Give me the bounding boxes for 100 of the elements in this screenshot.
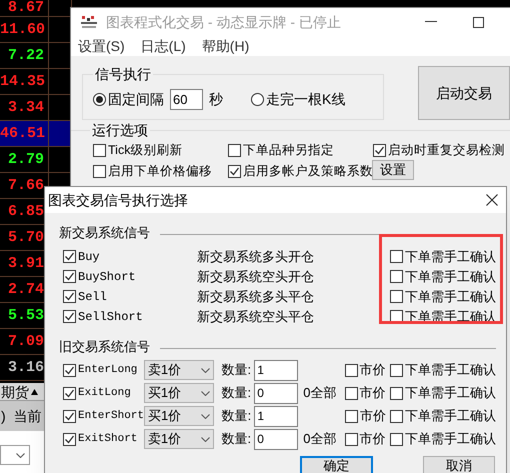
- signal-name: BuyShort: [78, 268, 136, 286]
- checkbox-label: 市价: [360, 430, 386, 448]
- checkbox[interactable]: [390, 386, 403, 400]
- signal-name: EnterLong: [78, 362, 138, 378]
- group-title: 信号执行: [94, 65, 152, 84]
- price-value: 2.79: [6, 151, 44, 168]
- price-value: 7.22: [6, 47, 44, 64]
- quantity-input[interactable]: 0: [254, 382, 298, 404]
- maximize-icon[interactable]: [473, 16, 484, 28]
- price-value: 5.53: [6, 307, 44, 324]
- chevron-down-icon: [200, 414, 210, 418]
- checkbox-label: 下单需手工确认: [404, 384, 496, 402]
- menu-item[interactable]: 日志(L): [140, 36, 186, 56]
- price-value: 6.85: [6, 203, 44, 220]
- app-logo-icon: [80, 15, 98, 29]
- price-dropdown[interactable]: 买1价: [144, 406, 214, 426]
- checkbox[interactable]: [228, 144, 241, 157]
- chevron-down-icon: [200, 368, 210, 372]
- signal-name: ExitLong: [78, 386, 131, 401]
- signal-description: 新交易系统多头平仓: [196, 288, 315, 306]
- signal-name: SellShort: [78, 308, 143, 326]
- checkbox[interactable]: [63, 310, 76, 323]
- quantity-input[interactable]: 0: [254, 428, 298, 450]
- checkbox-label: 下单需手工确认: [404, 361, 496, 380]
- checkbox[interactable]: [390, 364, 403, 376]
- triangle-icon: [31, 388, 38, 394]
- checkbox[interactable]: [373, 144, 386, 157]
- checkbox-label: 下单需手工确认: [405, 407, 496, 426]
- price-value: 8.67: [6, 0, 44, 16]
- checkbox-label: 下单需手工确认: [405, 288, 496, 306]
- header-text: 当前: [14, 406, 42, 426]
- dropdown[interactable]: [0, 445, 30, 465]
- price-dropdown[interactable]: 卖1价: [144, 429, 214, 449]
- price-value: 7.09: [6, 333, 44, 350]
- quantity-input[interactable]: 1: [254, 406, 298, 426]
- checkbox[interactable]: [93, 164, 106, 178]
- quote-row[interactable]: 8.67: [0, 0, 71, 17]
- signal-description: 新交易系统空头平仓: [196, 308, 315, 326]
- chevron-down-icon: [200, 390, 210, 396]
- price-dropdown[interactable]: 卖1价: [144, 360, 214, 380]
- price-value: 3.34: [6, 99, 44, 116]
- checkbox[interactable]: [63, 270, 76, 283]
- signal-description: 新交易系统空头开仓: [196, 268, 315, 286]
- chevron-down-icon: [200, 436, 210, 442]
- menu-item[interactable]: 帮助(H): [202, 36, 250, 56]
- checkbox[interactable]: [63, 386, 76, 400]
- radio-label: 走完一根K线: [266, 90, 346, 109]
- quantity-label: 数量:: [222, 361, 252, 380]
- window-title: 图表程式化交易 - 动态显示牌 - 已停止: [106, 12, 341, 32]
- checkbox[interactable]: [390, 290, 403, 303]
- checkbox-label: 下单需手工确认: [404, 430, 496, 448]
- checkbox-label: 下单品种另指定: [243, 142, 334, 159]
- checkbox[interactable]: [390, 310, 403, 323]
- quantity-note: 0全部: [303, 431, 337, 446]
- unit-label: 秒: [209, 90, 223, 109]
- group-title: 运行选项: [91, 121, 149, 140]
- price-value: 3.91: [6, 255, 44, 272]
- start-trading-button[interactable]: 启动交易: [418, 66, 510, 120]
- quantity-label: 数量:: [222, 407, 252, 426]
- header-text: ): [1, 406, 6, 426]
- checkbox-label: 市价: [360, 407, 386, 426]
- settings-button[interactable]: 设置: [372, 160, 414, 180]
- minimize-icon[interactable]: [425, 21, 437, 23]
- checkbox[interactable]: [63, 290, 76, 303]
- checkbox[interactable]: [390, 410, 403, 422]
- quote-row[interactable]: 46.51: [0, 121, 71, 147]
- checkbox[interactable]: [63, 250, 76, 263]
- checkbox[interactable]: [390, 250, 403, 263]
- ok-button[interactable]: 确定: [300, 456, 373, 473]
- price-value: 5.70: [6, 229, 44, 246]
- close-icon[interactable]: [486, 194, 498, 206]
- checkbox[interactable]: [63, 410, 76, 422]
- radio-button[interactable]: [93, 93, 106, 106]
- quantity-input[interactable]: 1: [254, 360, 298, 380]
- checkbox-label: 市价: [360, 361, 386, 380]
- interval-input[interactable]: 60: [170, 89, 203, 110]
- price-value: 7.66: [6, 177, 44, 194]
- checkbox[interactable]: [93, 144, 106, 157]
- cancel-button[interactable]: 取消: [423, 456, 495, 473]
- market-tab[interactable]: 期货: [0, 384, 29, 398]
- checkbox-label: 启用下单价格偏移: [108, 162, 212, 180]
- checkbox[interactable]: [344, 364, 358, 376]
- checkbox[interactable]: [228, 164, 241, 178]
- checkbox[interactable]: [344, 386, 358, 400]
- price-value: 3.16: [6, 359, 44, 376]
- checkbox[interactable]: [390, 432, 403, 446]
- radio-button[interactable]: [251, 93, 264, 106]
- checkbox[interactable]: [344, 410, 358, 422]
- menu-item[interactable]: 设置(S): [78, 36, 125, 56]
- checkbox-label: 市价: [360, 384, 386, 402]
- checkbox[interactable]: [63, 432, 76, 446]
- price-dropdown[interactable]: 买1价: [144, 383, 214, 403]
- checkbox[interactable]: [63, 364, 76, 376]
- checkbox[interactable]: [390, 270, 403, 283]
- quantity-label: 数量:: [222, 384, 252, 402]
- quantity-label: 数量:: [222, 430, 252, 448]
- checkbox-label: Tick级别刷新: [108, 142, 182, 159]
- checkbox-label: 启动时重复交易检测: [388, 142, 505, 159]
- checkbox[interactable]: [344, 432, 358, 446]
- signal-name: EnterShort: [78, 408, 144, 424]
